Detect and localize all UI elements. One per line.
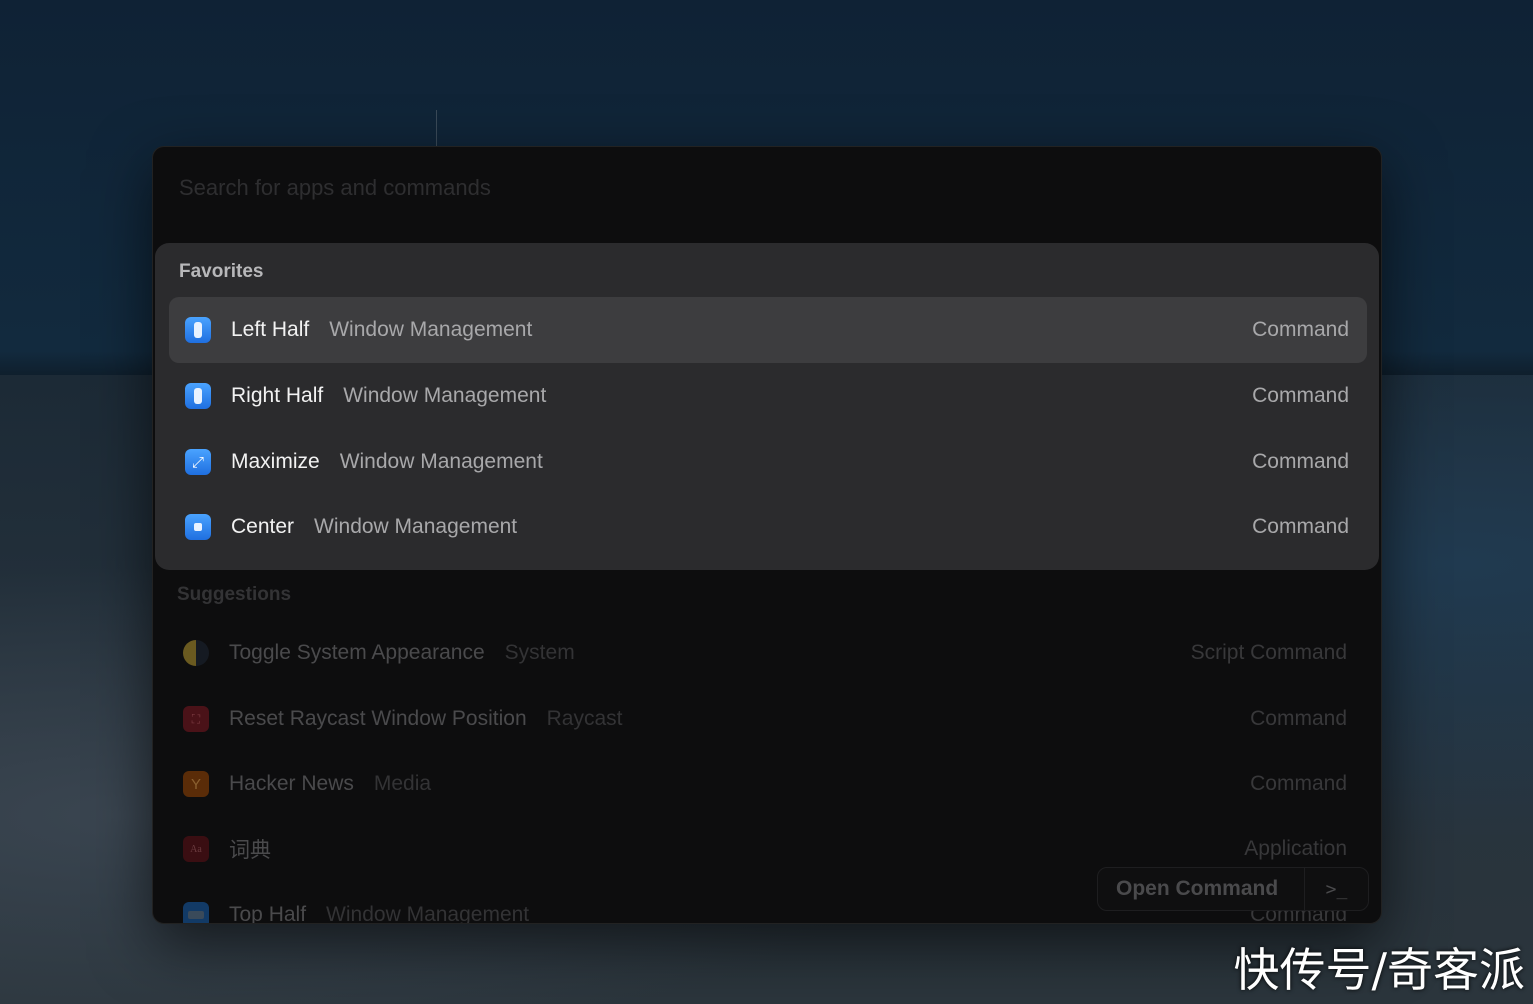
item-kind: Command — [1250, 707, 1347, 730]
item-kind: Command — [1252, 318, 1349, 341]
item-title: Toggle System Appearance — [229, 641, 485, 664]
list-item-center[interactable]: Center Window Management Command — [169, 494, 1367, 560]
reset-position-icon: ⛶ — [183, 706, 209, 732]
list-item-right-half[interactable]: Right Half Window Management Command — [169, 363, 1367, 429]
item-title: Center — [231, 515, 295, 538]
section-title: Suggestions — [177, 584, 292, 605]
top-half-icon — [183, 902, 209, 923]
item-subtitle: System — [504, 641, 575, 664]
left-half-icon — [185, 317, 211, 343]
item-title: Hacker News — [229, 772, 354, 795]
item-title: Right Half — [231, 384, 324, 407]
list-item-hacker-news[interactable]: Y Hacker News Media Command — [167, 751, 1365, 817]
item-subtitle: Window Management — [329, 318, 533, 341]
item-title: Reset Raycast Window Position — [229, 707, 527, 730]
item-title: Maximize — [231, 450, 320, 473]
open-command-button[interactable]: Open Command >_ — [1097, 867, 1369, 911]
list-item-reset-position[interactable]: ⛶ Reset Raycast Window Position Raycast … — [167, 686, 1365, 752]
terminal-icon[interactable]: >_ — [1305, 879, 1368, 900]
center-icon — [185, 514, 211, 540]
list-item-maximize[interactable]: ⤢ Maximize Window Management Command — [169, 429, 1367, 495]
item-subtitle: Window Management — [326, 903, 530, 924]
item-title: Top Half — [229, 903, 307, 924]
item-kind: Command — [1252, 450, 1349, 473]
wallpaper-antenna — [436, 110, 437, 148]
list-item-toggle-appearance[interactable]: Toggle System Appearance System Script C… — [167, 620, 1365, 686]
right-half-icon — [185, 383, 211, 409]
section-title: Favorites — [179, 261, 264, 282]
item-title: Left Half — [231, 318, 310, 341]
open-command-label: Open Command — [1116, 877, 1279, 900]
list-item-left-half[interactable]: Left Half Window Management Command — [169, 297, 1367, 363]
item-subtitle: Window Management — [314, 515, 518, 538]
item-kind: Application — [1244, 837, 1347, 860]
item-subtitle: Media — [373, 772, 432, 795]
favorites-section: Favorites Left Half Window Management Co… — [155, 243, 1379, 570]
search-input[interactable] — [179, 173, 1079, 203]
watermark: 快传号/奇客派 — [1233, 943, 1526, 997]
item-kind: Command — [1252, 384, 1349, 407]
item-title: 词典 — [229, 839, 271, 862]
maximize-icon: ⤢ — [185, 449, 211, 475]
item-subtitle: Window Management — [343, 384, 547, 407]
item-subtitle: Window Management — [339, 450, 543, 473]
moon-icon — [183, 640, 209, 666]
raycast-window: Favorites Left Half Window Management Co… — [152, 146, 1382, 924]
item-kind: Script Command — [1190, 641, 1347, 664]
dictionary-icon: Aa — [183, 836, 209, 862]
item-subtitle: Raycast — [546, 707, 623, 730]
item-kind: Command — [1252, 515, 1349, 538]
hacker-news-icon: Y — [183, 771, 209, 797]
item-kind: Command — [1250, 772, 1347, 795]
